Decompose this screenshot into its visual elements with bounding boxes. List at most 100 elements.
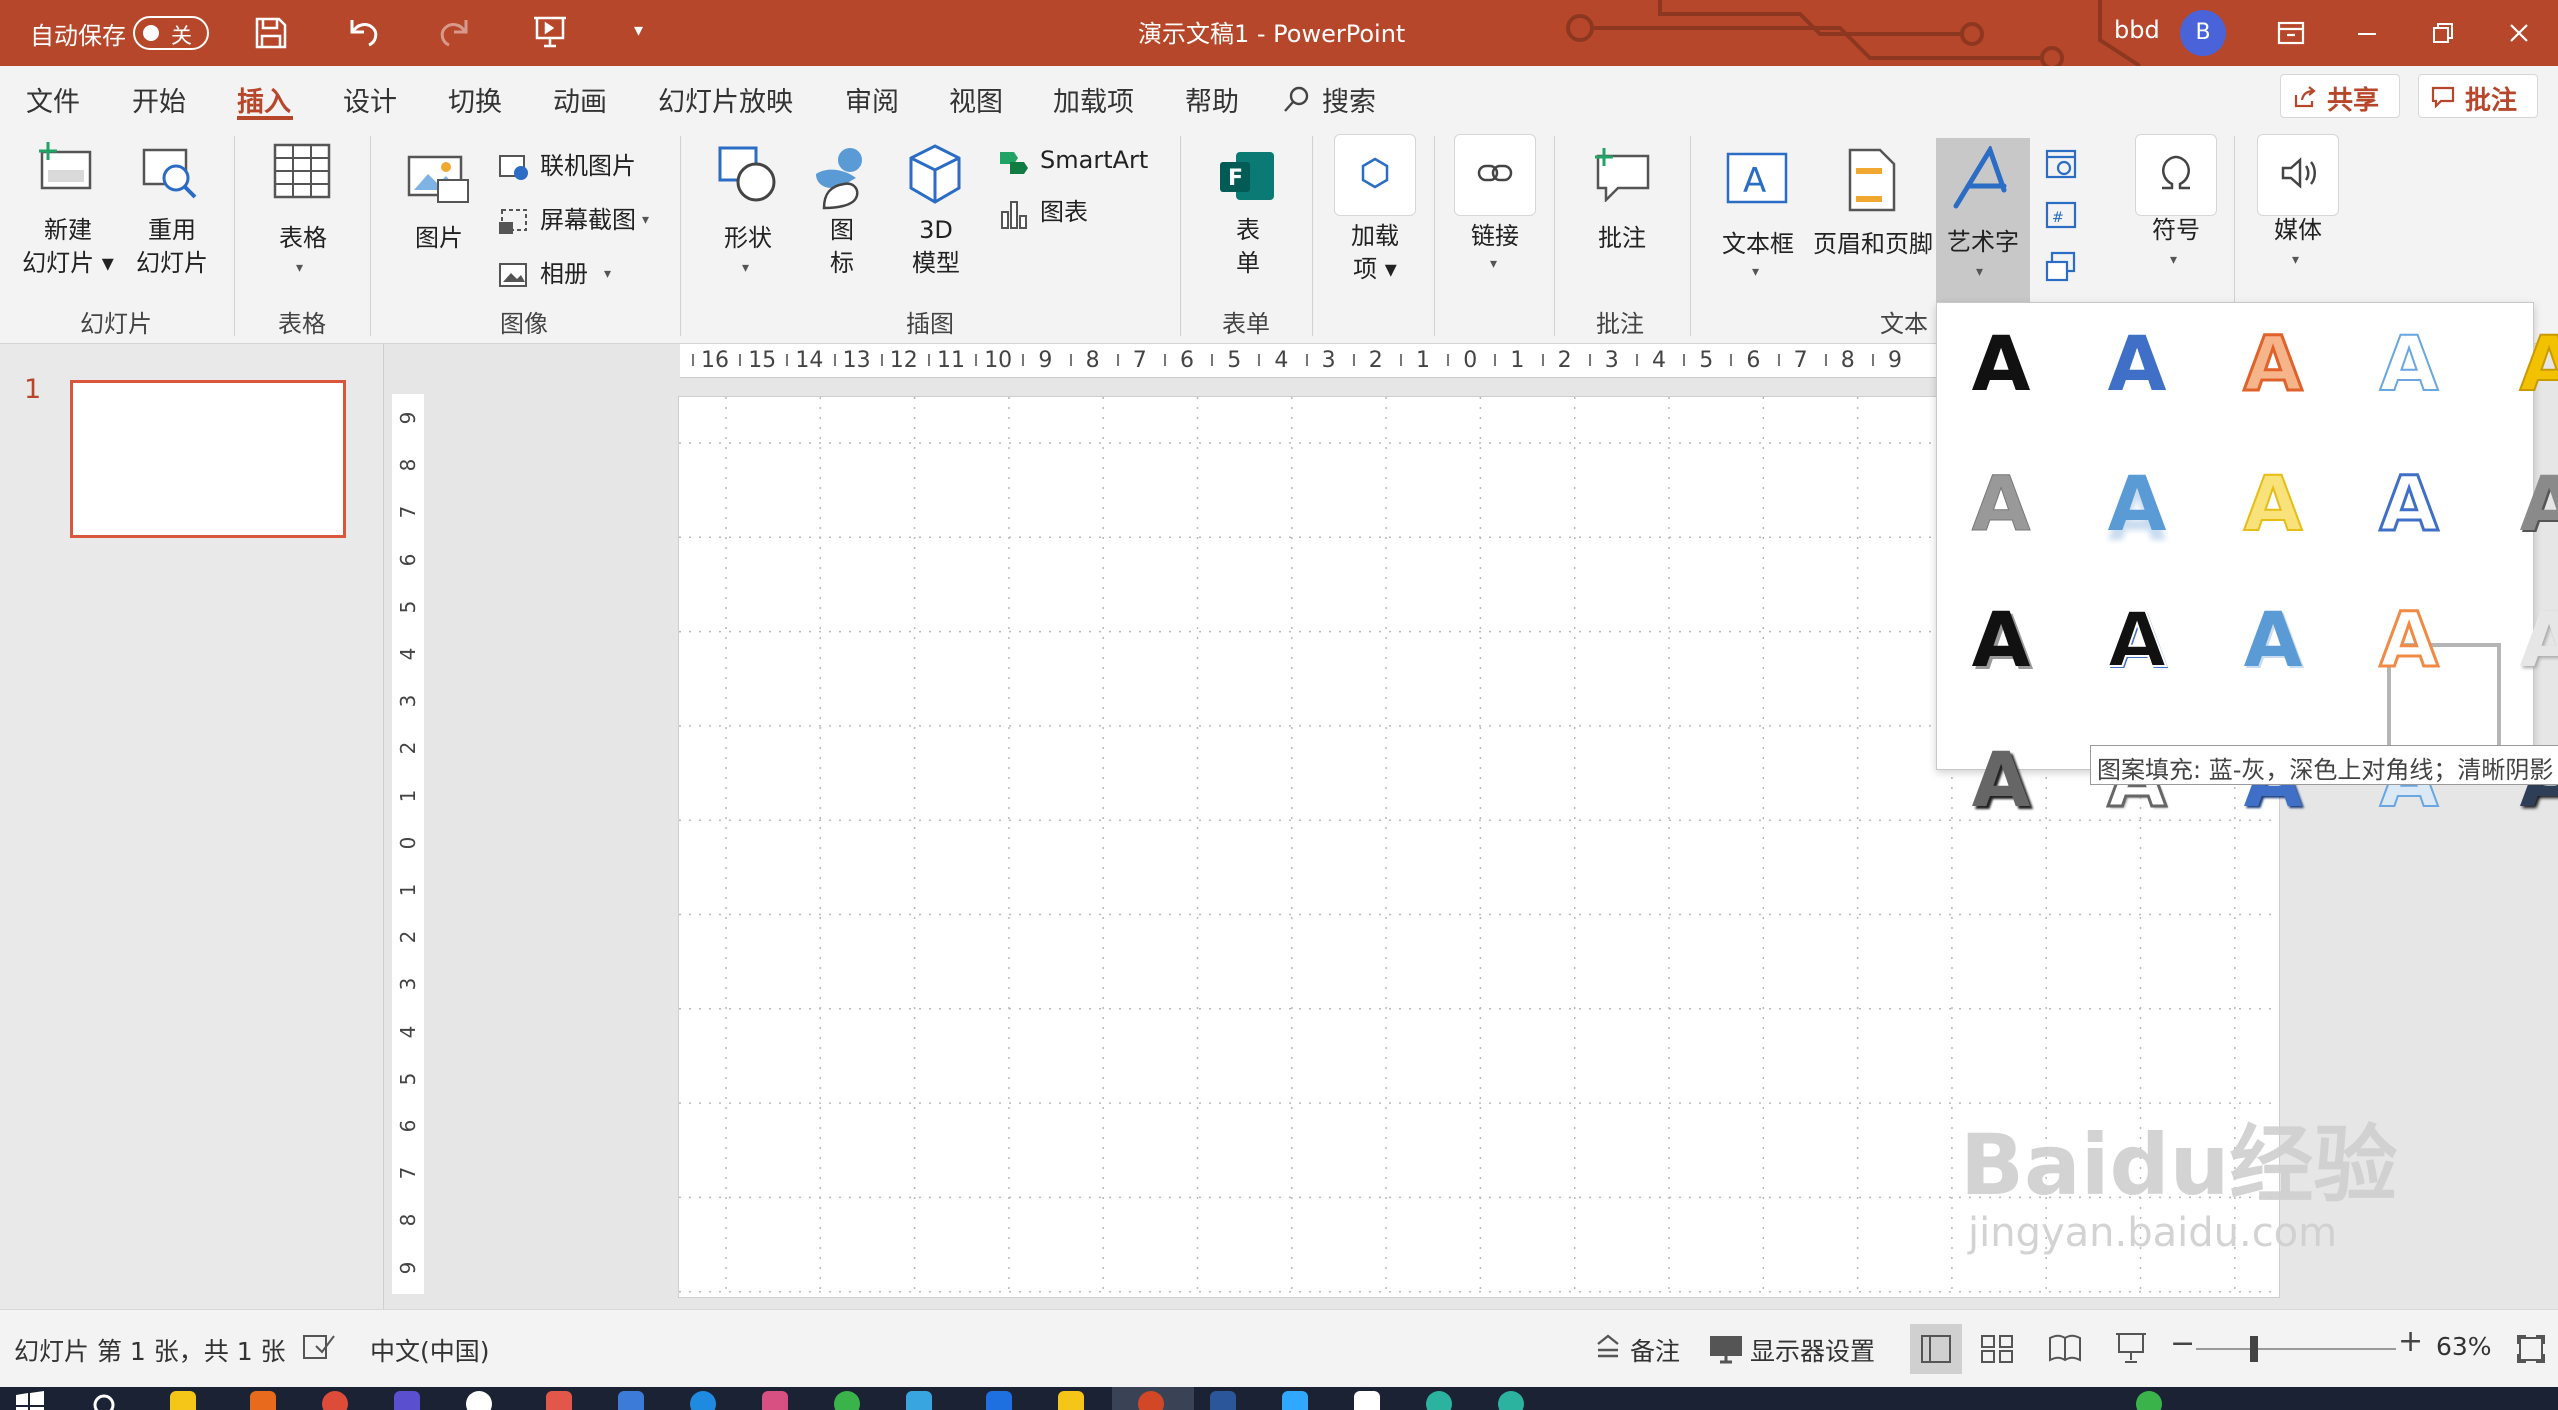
new-slide-button[interactable]: 新建 幻灯片 ▾ (20, 134, 116, 294)
share-button[interactable]: 共享 (2280, 74, 2400, 118)
autosave-toggle[interactable]: 关 (133, 16, 209, 50)
wordart-style-option[interactable]: A (2359, 318, 2459, 409)
wordart-style-option[interactable]: A (2087, 594, 2187, 685)
slide-sorter-icon[interactable] (1980, 1334, 2014, 1364)
display-settings-button[interactable]: 显示器设置 (1750, 1332, 1875, 1368)
wordart-style-option[interactable]: A (2223, 595, 2323, 685)
tab-animations[interactable]: 动画 (553, 80, 607, 119)
wechat-icon[interactable] (834, 1391, 860, 1410)
zoom-slider[interactable] (2196, 1336, 2396, 1362)
taskbar-app-icon[interactable] (1058, 1391, 1084, 1410)
comments-button[interactable]: 批注 (2418, 74, 2538, 118)
normal-view-button[interactable] (1910, 1324, 1962, 1374)
smartart-button[interactable]: SmartArt (998, 144, 1178, 180)
textbox-button[interactable]: A 文本框 ▾ (1712, 134, 1804, 294)
taskbar-app-icon[interactable] (1354, 1391, 1380, 1410)
user-name[interactable]: bbd (2114, 16, 2160, 44)
reading-view-icon[interactable] (2048, 1332, 2082, 1364)
zoom-in-button[interactable]: + (2398, 1324, 2423, 1359)
edge-icon[interactable] (690, 1391, 716, 1410)
icons-button[interactable]: 图标 (800, 134, 884, 294)
save-icon[interactable] (254, 16, 288, 50)
wordart-style-option[interactable]: A (2223, 318, 2323, 410)
date-time-icon[interactable] (2044, 146, 2078, 180)
close-icon[interactable] (2504, 18, 2534, 48)
wordart-style-option[interactable]: A (2223, 458, 2323, 549)
present-icon[interactable] (532, 14, 568, 50)
search-box[interactable]: 搜索 (1322, 80, 1376, 119)
redo-icon[interactable] (436, 14, 476, 50)
3d-models-button[interactable]: 3D 模型 (894, 134, 978, 294)
tab-transitions[interactable]: 切换 (448, 80, 502, 119)
slide-thumbnail[interactable] (70, 380, 346, 538)
file-explorer-icon[interactable] (170, 1391, 196, 1410)
wordart-style-option[interactable]: A (2499, 318, 2558, 409)
spelling-icon[interactable] (302, 1332, 338, 1362)
ribbon-display-icon[interactable] (2276, 18, 2306, 48)
wordart-style-option[interactable]: A (1951, 735, 2051, 825)
slide-number-icon[interactable]: # (2044, 198, 2078, 232)
word-icon[interactable] (1210, 1391, 1236, 1410)
tab-addins[interactable]: 加载项 (1053, 80, 1134, 119)
zoom-slider-thumb[interactable] (2250, 1336, 2258, 1362)
taskbar-app-icon[interactable] (466, 1391, 492, 1410)
wordart-style-option[interactable]: A (1951, 459, 2051, 549)
fit-to-window-icon[interactable] (2516, 1334, 2546, 1364)
chart-button[interactable]: 图表 (998, 196, 1178, 232)
minimize-icon[interactable] (2352, 18, 2382, 48)
powerpoint-icon[interactable] (1138, 1391, 1164, 1410)
addins-button[interactable]: 加载项 ▾ (1330, 134, 1420, 294)
tab-help[interactable]: 帮助 (1185, 80, 1239, 119)
taskbar-app-icon[interactable] (1498, 1391, 1524, 1410)
tab-insert[interactable]: 插入 (237, 80, 291, 119)
taskbar-app-icon[interactable] (618, 1391, 644, 1410)
forms-button[interactable]: F 表单 (1206, 134, 1290, 294)
notes-button[interactable]: 备注 (1630, 1332, 1680, 1368)
wordart-style-option[interactable]: A (2359, 458, 2459, 550)
tab-slideshow[interactable]: 幻灯片放映 (658, 80, 793, 119)
wordart-style-option[interactable]: A (2087, 319, 2187, 409)
taskbar-app-icon[interactable] (762, 1391, 788, 1410)
tab-home[interactable]: 开始 (132, 80, 186, 119)
windows-start-icon[interactable] (16, 1391, 44, 1410)
taskbar-app-icon[interactable] (906, 1391, 932, 1410)
search-taskbar-icon[interactable] (90, 1391, 118, 1410)
picture-button[interactable]: 图片 (394, 134, 484, 294)
shapes-button[interactable]: 形状 ▾ (706, 134, 790, 294)
tray-wechat-icon[interactable] (2136, 1391, 2162, 1410)
restore-icon[interactable] (2428, 18, 2458, 48)
photoshop-icon[interactable] (1282, 1391, 1308, 1410)
tab-review[interactable]: 审阅 (845, 80, 899, 119)
wordart-style-option[interactable]: A (2087, 459, 2187, 549)
tab-file[interactable]: 文件 (26, 80, 80, 119)
wordart-button[interactable]: 艺术字 ▾ (1936, 138, 2030, 304)
online-picture-button[interactable]: 联机图片 (498, 150, 668, 186)
customize-toolbar-icon[interactable]: ▾ (634, 20, 643, 41)
zoom-out-button[interactable]: − (2170, 1326, 2195, 1361)
taskbar-app-icon[interactable] (250, 1391, 276, 1410)
comment-button[interactable]: 批注 (1576, 134, 1668, 294)
reuse-slide-button[interactable]: 重用 幻灯片 (124, 134, 220, 294)
wordart-style-option[interactable]: A (1951, 319, 2051, 409)
avatar[interactable]: B (2180, 10, 2226, 56)
slideshow-icon[interactable] (2114, 1330, 2148, 1364)
screenshot-button[interactable]: 屏幕截图 ▾ (498, 204, 668, 240)
chrome-icon[interactable] (322, 1391, 348, 1410)
tab-design[interactable]: 设计 (343, 80, 397, 119)
media-button[interactable]: 媒体 ▾ (2250, 134, 2346, 294)
symbols-button[interactable]: 符号 ▾ (2128, 134, 2224, 294)
language[interactable]: 中文(中国) (370, 1332, 490, 1368)
header-footer-button[interactable]: 页眉和页脚 (1810, 134, 1936, 294)
tab-view[interactable]: 视图 (949, 80, 1003, 119)
taskbar-app-icon[interactable] (394, 1391, 420, 1410)
zoom-level[interactable]: 63% (2436, 1332, 2492, 1361)
wordart-style-option[interactable]: A (1951, 595, 2051, 685)
table-button[interactable]: 表格 ▾ (258, 134, 348, 294)
wordart-style-option[interactable]: A (2499, 459, 2558, 549)
undo-icon[interactable] (344, 14, 384, 50)
search-icon[interactable] (1282, 84, 1312, 114)
album-button[interactable]: 相册 ▾ (498, 258, 668, 294)
link-button[interactable]: 链接 ▾ (1450, 134, 1540, 294)
object-icon[interactable] (2044, 250, 2078, 284)
wordart-style-option[interactable]: A (2499, 595, 2558, 685)
